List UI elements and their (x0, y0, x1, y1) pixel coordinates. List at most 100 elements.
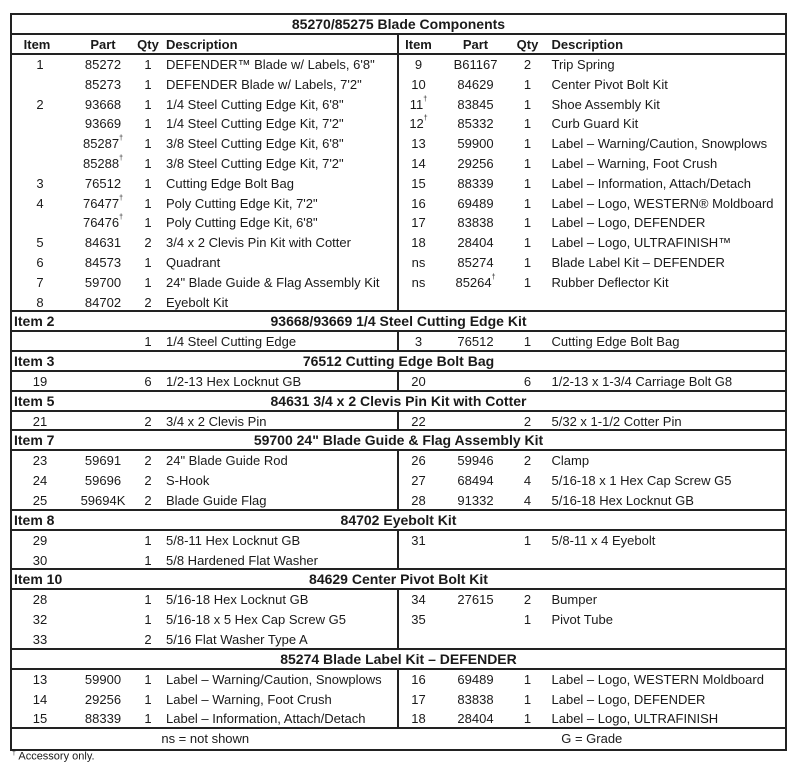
qty-cell-text: 1 (523, 691, 532, 707)
qty-cell: 1 (516, 75, 540, 95)
qty-cell-text: 1 (523, 671, 532, 687)
description-cell: Label – Information, Attach/Detach (166, 709, 365, 729)
table-row: 28 91332 4 5/16-18 Hex Locknut GB (399, 491, 786, 511)
description-cell-text: 5/32 x 1-1/2 Cotter Pin (551, 413, 682, 429)
description-cell: Label – Logo, DEFENDER (552, 690, 706, 710)
item-cell: 26 (397, 451, 441, 471)
item-cell-text: 15 (411, 175, 426, 191)
qty-cell-text: 1 (144, 532, 152, 548)
part-cell-text: 59900 (84, 671, 122, 687)
kit-parts-body: 29 1 5/8-11 Hex Locknut GB 30 1 5/8 Hardened … (12, 530, 785, 571)
item-cell: ns (397, 273, 441, 293)
column-header-qty: Qty (516, 37, 539, 52)
column-header-item: Item (23, 37, 51, 52)
part-cell-text: 59946 (457, 453, 494, 469)
kit-title: 76512 Cutting Edge Bolt Bag (302, 352, 495, 369)
kit-parts-left: 29 1 5/8-11 Hex Locknut GB 30 1 5/8 Hardened … (12, 530, 399, 571)
item-cell: 35 (397, 610, 441, 630)
part-cell-text: 84631 (84, 235, 122, 251)
description-cell-text: Trip Spring (551, 57, 615, 72)
item-cell-text: 28 (411, 492, 426, 508)
table-row: 26 59946 2 Clamp (399, 451, 786, 471)
column-header-part: Part (462, 37, 489, 52)
qty-cell-text: 1 (144, 592, 152, 608)
part-cell-text: 76512 (457, 334, 494, 349)
part-cell: 76477† (68, 194, 138, 214)
item-cell: 11† (397, 95, 441, 115)
part-cell: 28404 (441, 709, 511, 729)
item-cell: 17 (397, 690, 441, 710)
table-row: 85273 1 DEFENDER Blade w/ Labels, 7'2" (12, 75, 397, 95)
description-cell: Cutting Edge Bolt Bag (552, 332, 680, 352)
description-cell: 5/32 x 1-1/2 Cotter Pin (552, 412, 682, 432)
item-cell-text: 10 (411, 76, 426, 92)
qty-cell-text: 1 (144, 175, 152, 191)
item-cell-text: 17 (411, 215, 426, 231)
item-cell: 20 (397, 372, 441, 392)
item-cell-text: 5 (36, 235, 44, 251)
qty-cell: 1 (136, 690, 160, 710)
item-cell: 10 (397, 75, 441, 95)
item-cell-text: 33 (32, 631, 48, 647)
part-cell-text: 93668 (84, 96, 122, 112)
description-cell-text: Cutting Edge Bolt Bag (551, 334, 680, 349)
table-row: 25 59694K 2 Blade Guide Flag (12, 491, 397, 511)
qty-cell-text: 1 (523, 235, 532, 251)
item-cell: 24 (12, 471, 68, 491)
part-cell-text: 83838 (457, 215, 494, 231)
kit-item-tag: Item 10 (14, 571, 63, 588)
qty-cell: 1 (136, 551, 160, 571)
item-cell: 21 (12, 412, 68, 432)
accessory-dagger-mark: † (119, 214, 124, 222)
description-cell: Label – Logo, DEFENDER (552, 213, 706, 233)
item-cell: 13 (12, 670, 68, 690)
qty-cell: 1 (516, 253, 540, 273)
description-cell-text: Label – Information, Attach/Detach (166, 711, 366, 727)
part-cell: 68494 (441, 471, 511, 491)
part-cell: 85264† (441, 273, 511, 293)
qty-cell: 2 (136, 451, 160, 471)
part-cell: 76512 (441, 332, 511, 352)
part-cell: 69489 (441, 194, 511, 214)
description-cell-text: Blade Guide Flag (166, 492, 267, 508)
kit-title: 84702 Eyebolt Kit (340, 511, 457, 528)
qty-cell: 2 (136, 471, 160, 491)
item-cell-text: 20 (411, 373, 426, 389)
table-row: 28 1 5/16-18 Hex Locknut GB (12, 590, 397, 610)
qty-cell: 1 (516, 95, 540, 115)
item-cell: 31 (397, 531, 441, 551)
table-row: 15 88339 1 Label – Information, Attach/Deta… (399, 174, 786, 194)
table-row: 10 84629 1 Center Pivot Bolt Kit (399, 75, 786, 95)
parts-table: 85270/85275 Blade Components Item Part Q… (10, 13, 787, 752)
qty-cell-text: 1 (523, 175, 532, 191)
table-row: 9 B61167 2 Trip Spring (399, 55, 786, 75)
qty-cell: 2 (136, 233, 160, 253)
qty-cell-text: 2 (144, 294, 152, 310)
part-cell: 29256 (68, 690, 138, 710)
part-cell: 76512 (68, 174, 138, 194)
part-cell: 76476† (68, 213, 138, 233)
qty-cell: 2 (516, 55, 540, 75)
description-cell: Cutting Edge Bolt Bag (166, 174, 294, 194)
description-cell-text: 1/2-13 x 1-3/4 Carriage Bolt G8 (551, 373, 733, 389)
part-cell: 59694K (68, 491, 138, 511)
description-cell: Eyebolt Kit (166, 293, 228, 313)
qty-cell-text: 1 (523, 136, 532, 152)
description-cell-text: 3/8 Steel Cutting Edge Kit, 7'2" (166, 155, 344, 171)
description-cell-text: Label – Logo, DEFENDER (551, 691, 706, 707)
table-row: 16 69489 1 Label – Logo, WESTERN® Moldboard (399, 194, 786, 214)
description-cell: Poly Cutting Edge Kit, 6'8" (166, 213, 318, 233)
qty-cell-text: 2 (523, 592, 532, 608)
part-cell: 85272 (68, 55, 138, 75)
item-cell-text: 18 (411, 711, 426, 727)
table-row: 3 76512 1 Cutting Edge Bolt Bag (12, 174, 397, 194)
item-cell-text: 30 (32, 552, 48, 568)
table-row: 5 84631 2 3/4 x 2 Clevis Pin Kit with Cotte… (12, 233, 397, 253)
item-cell: 14 (397, 154, 441, 174)
item-cell: 8 (12, 293, 68, 313)
table-row: 19 6 1/2-13 Hex Locknut GB (12, 372, 397, 392)
description-cell: 5/8-11 x 4 Eyebolt (552, 531, 656, 551)
item-cell: 34 (397, 590, 441, 610)
qty-cell-text: 1 (144, 96, 152, 112)
part-cell: 85273 (68, 75, 138, 95)
